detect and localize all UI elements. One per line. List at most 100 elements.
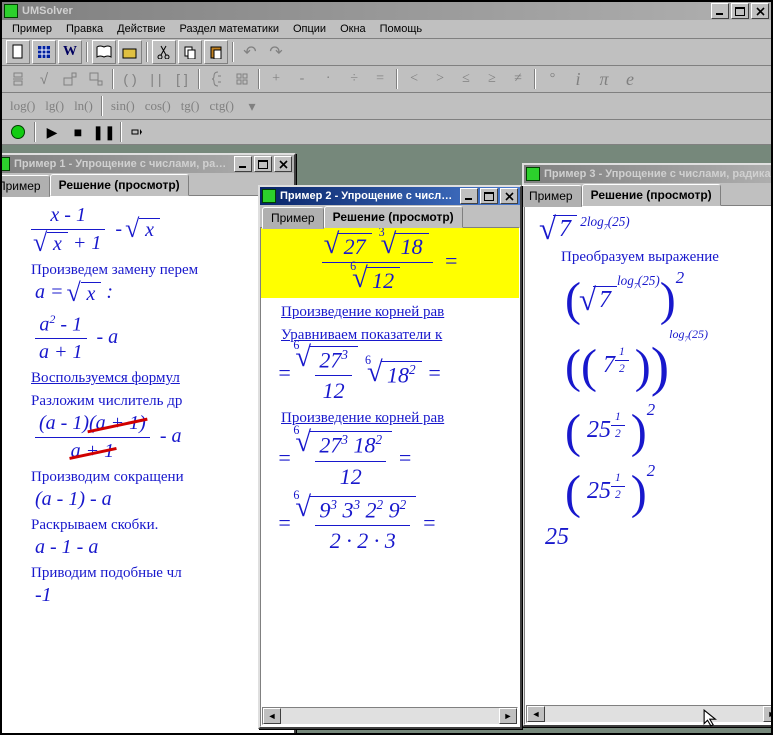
menu-razdel[interactable]: Раздел математики bbox=[174, 22, 285, 36]
separator-icon bbox=[118, 121, 124, 143]
menu-optsii[interactable]: Опции bbox=[287, 22, 332, 36]
window-primer-2[interactable]: Пример 2 - Упрощение с числа… Пример Реш… bbox=[258, 185, 522, 729]
pi-const[interactable]: π bbox=[592, 67, 616, 91]
tab-solution[interactable]: Решение (просмотр) bbox=[582, 184, 721, 206]
separator-icon bbox=[230, 41, 236, 63]
redo-icon[interactable]: ↷ bbox=[264, 40, 288, 64]
tab-solution[interactable]: Решение (просмотр) bbox=[50, 174, 189, 196]
maximize-button[interactable] bbox=[731, 3, 749, 19]
undo-icon[interactable]: ↶ bbox=[238, 40, 262, 64]
highlighted-expr: 27 318 612 = bbox=[261, 228, 519, 298]
new-doc-icon[interactable] bbox=[6, 40, 30, 64]
grid-icon[interactable] bbox=[32, 40, 56, 64]
expr-final: -1 bbox=[35, 584, 283, 607]
expr-initial: x - 1 x + 1 - x bbox=[31, 204, 283, 256]
window3-title-bar[interactable]: Пример 3 - Упрощение с числами, радикала… bbox=[524, 165, 771, 183]
folder-icon[interactable] bbox=[118, 40, 142, 64]
paste-icon[interactable] bbox=[204, 40, 228, 64]
menu-pravka[interactable]: Правка bbox=[60, 22, 109, 36]
expr3-initial: 7 2log7(25) bbox=[541, 214, 771, 243]
minimize-button[interactable] bbox=[711, 3, 729, 19]
eq-op[interactable]: = bbox=[368, 67, 392, 91]
symbol-toolbar: √ ( ) | | [ ] + - · ÷ = < > ≤ ≥ ≠ ° i π … bbox=[2, 66, 771, 93]
functions-toolbar: log() lg() ln() sin() cos() tg() ctg() ▾ bbox=[2, 93, 771, 120]
more-functions-icon[interactable]: ▾ bbox=[240, 94, 264, 118]
abs-icon[interactable]: | | bbox=[144, 67, 168, 91]
paren-icon[interactable]: ( ) bbox=[118, 67, 142, 91]
copy-icon[interactable] bbox=[178, 40, 202, 64]
func-log[interactable]: log() bbox=[6, 98, 39, 114]
tab-primer[interactable]: Пример bbox=[262, 207, 324, 229]
menu-primer[interactable]: Пример bbox=[6, 22, 58, 36]
close-button[interactable] bbox=[274, 156, 292, 172]
minus-op[interactable]: - bbox=[290, 67, 314, 91]
gt-rel[interactable]: > bbox=[428, 67, 452, 91]
func-tg[interactable]: tg() bbox=[177, 98, 204, 114]
pause-icon[interactable]: ❚❚ bbox=[92, 120, 116, 144]
play-icon[interactable]: ▶ bbox=[40, 120, 64, 144]
sqrt-icon[interactable]: √ bbox=[32, 67, 56, 91]
div-op[interactable]: ÷ bbox=[342, 67, 366, 91]
le-rel[interactable]: ≤ bbox=[454, 67, 478, 91]
power-icon[interactable] bbox=[58, 67, 82, 91]
close-button[interactable] bbox=[751, 3, 769, 19]
scroll-left-icon[interactable]: ◄ bbox=[527, 706, 545, 722]
w-icon[interactable]: W bbox=[58, 40, 82, 64]
i-const[interactable]: i bbox=[566, 67, 590, 91]
tab-solution[interactable]: Решение (просмотр) bbox=[324, 206, 463, 228]
func-sin[interactable]: sin() bbox=[107, 98, 139, 114]
maximize-button[interactable] bbox=[254, 156, 272, 172]
h-scrollbar[interactable]: ◄ ► bbox=[526, 705, 771, 723]
menu-deistvie[interactable]: Действие bbox=[111, 22, 171, 36]
separator-icon bbox=[144, 41, 150, 63]
func-ctg[interactable]: ctg() bbox=[205, 98, 238, 114]
scroll-left-icon[interactable]: ◄ bbox=[263, 708, 281, 724]
doc-icon bbox=[526, 167, 540, 181]
expr3-c: ( 2512 )2 bbox=[565, 404, 771, 459]
window-primer-1[interactable]: Пример 1 - Упрощение с числами, рад… При… bbox=[2, 153, 296, 733]
minimize-button[interactable] bbox=[460, 188, 478, 204]
minimize-button[interactable] bbox=[234, 156, 252, 172]
h-scrollbar[interactable]: ◄ ► bbox=[262, 707, 518, 725]
lt-rel[interactable]: < bbox=[402, 67, 426, 91]
scroll-right-icon[interactable]: ► bbox=[763, 706, 771, 722]
window2-title-bar[interactable]: Пример 2 - Упрощение с числа… bbox=[260, 187, 520, 205]
doc-body: x - 1 x + 1 - x Произведем замену перем … bbox=[2, 195, 294, 733]
func-cos[interactable]: cos() bbox=[141, 98, 175, 114]
book-icon[interactable] bbox=[92, 40, 116, 64]
expr3-d: ( 2512 )2 bbox=[565, 465, 771, 520]
plus-op[interactable]: + bbox=[264, 67, 288, 91]
maximize-button[interactable] bbox=[480, 188, 498, 204]
close-button[interactable] bbox=[500, 188, 518, 204]
mul-op[interactable]: · bbox=[316, 67, 340, 91]
expr2-b: = 6 27312 6182 = bbox=[277, 346, 509, 404]
scroll-right-icon[interactable]: ► bbox=[499, 708, 517, 724]
menu-help[interactable]: Помощь bbox=[374, 22, 429, 36]
window1-title-bar[interactable]: Пример 1 - Упрощение с числами, рад… bbox=[2, 155, 294, 173]
e-const[interactable]: e bbox=[618, 67, 642, 91]
bracket-icon[interactable]: [ ] bbox=[170, 67, 194, 91]
record-icon[interactable] bbox=[6, 120, 30, 144]
ge-rel[interactable]: ≥ bbox=[480, 67, 504, 91]
window-primer-3[interactable]: Пример 3 - Упрощение с числами, радикала… bbox=[522, 163, 771, 727]
app-title-bar[interactable]: UMSolver bbox=[2, 2, 771, 20]
cut-icon[interactable] bbox=[152, 40, 176, 64]
ne-rel[interactable]: ≠ bbox=[506, 67, 530, 91]
deg-const[interactable]: ° bbox=[540, 67, 564, 91]
separator-icon bbox=[196, 68, 202, 90]
matrix-icon[interactable] bbox=[230, 67, 254, 91]
app-title: UMSolver bbox=[22, 5, 709, 17]
tab-primer[interactable]: Пример bbox=[520, 185, 582, 207]
step-icon[interactable] bbox=[126, 120, 150, 144]
menu-okna[interactable]: Окна bbox=[334, 22, 372, 36]
index-icon[interactable] bbox=[84, 67, 108, 91]
expr-sub: a = x : bbox=[35, 281, 283, 305]
app-window: UMSolver Пример Правка Действие Раздел м… bbox=[0, 0, 773, 735]
expr2-c: = 6 273 18212 = bbox=[277, 431, 509, 489]
tab-primer[interactable]: Пример bbox=[2, 175, 50, 197]
func-ln[interactable]: ln() bbox=[70, 98, 97, 114]
func-lg[interactable]: lg() bbox=[41, 98, 68, 114]
frac-icon[interactable] bbox=[6, 67, 30, 91]
stop-icon[interactable]: ■ bbox=[66, 120, 90, 144]
brace-v-icon[interactable] bbox=[204, 67, 228, 91]
